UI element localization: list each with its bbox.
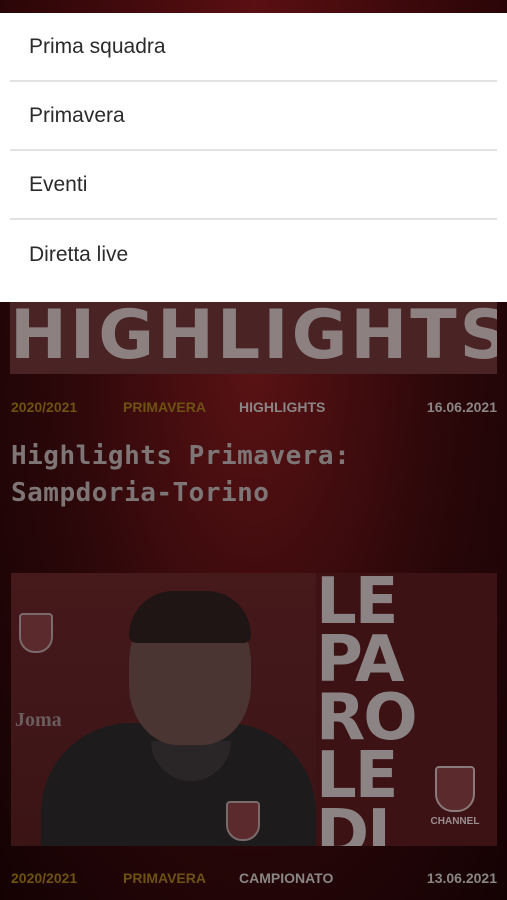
article-title-line: Sampdoria-Torino [11,478,270,508]
article-title-line: Highlights Primavera: [11,441,351,471]
article-thumbnail-video[interactable]: Joma Joma LE PA RO LE DI CHANNEL [11,573,497,846]
channel-label: CHANNEL [430,816,480,827]
article-date: 16.06.2021 [426,399,497,415]
tag-label[interactable]: CAMPIONATO [239,870,427,886]
person-hair [129,591,251,643]
article-thumbnail-highlights[interactable]: HIGHLIGHTS [10,302,497,374]
torino-crest-icon [19,613,53,653]
tag-label[interactable]: HIGHLIGHTS [239,399,427,415]
menu-item-prima-squadra[interactable]: Prima squadra [10,13,497,82]
app-header-bar [0,0,507,13]
thumbnail-letter-row: DI [316,797,391,846]
season-label[interactable]: 2020/2021 [11,399,123,415]
torino-channel-logo: CHANNEL [425,766,485,827]
torino-crest-icon [226,801,260,841]
category-label[interactable]: PRIMAVERA [123,399,239,415]
article-date: 13.06.2021 [426,870,497,886]
menu-item-eventi[interactable]: Eventi [10,151,497,220]
torino-crest-icon [435,766,475,812]
dropdown-menu: Prima squadra Primavera Eventi Diretta l… [0,13,507,302]
thumbnail-title-letters: LE PA RO LE DI [316,573,436,846]
article-title[interactable]: Highlights Primavera: Sampdoria-Torino [11,438,491,512]
season-label[interactable]: 2020/2021 [11,870,123,886]
category-label[interactable]: PRIMAVERA [123,870,239,886]
sponsor-logo: Joma [15,709,62,731]
article-meta: 2020/2021 PRIMAVERA HIGHLIGHTS 16.06.202… [11,396,497,418]
article-meta: 2020/2021 PRIMAVERA CAMPIONATO 13.06.202… [11,867,497,889]
menu-item-diretta-live[interactable]: Diretta live [10,220,497,289]
thumbnail-banner-text: HIGHLIGHTS [10,302,497,374]
news-feed: HIGHLIGHTS 2020/2021 PRIMAVERA HIGHLIGHT… [0,302,507,900]
menu-item-primavera[interactable]: Primavera [10,82,497,151]
